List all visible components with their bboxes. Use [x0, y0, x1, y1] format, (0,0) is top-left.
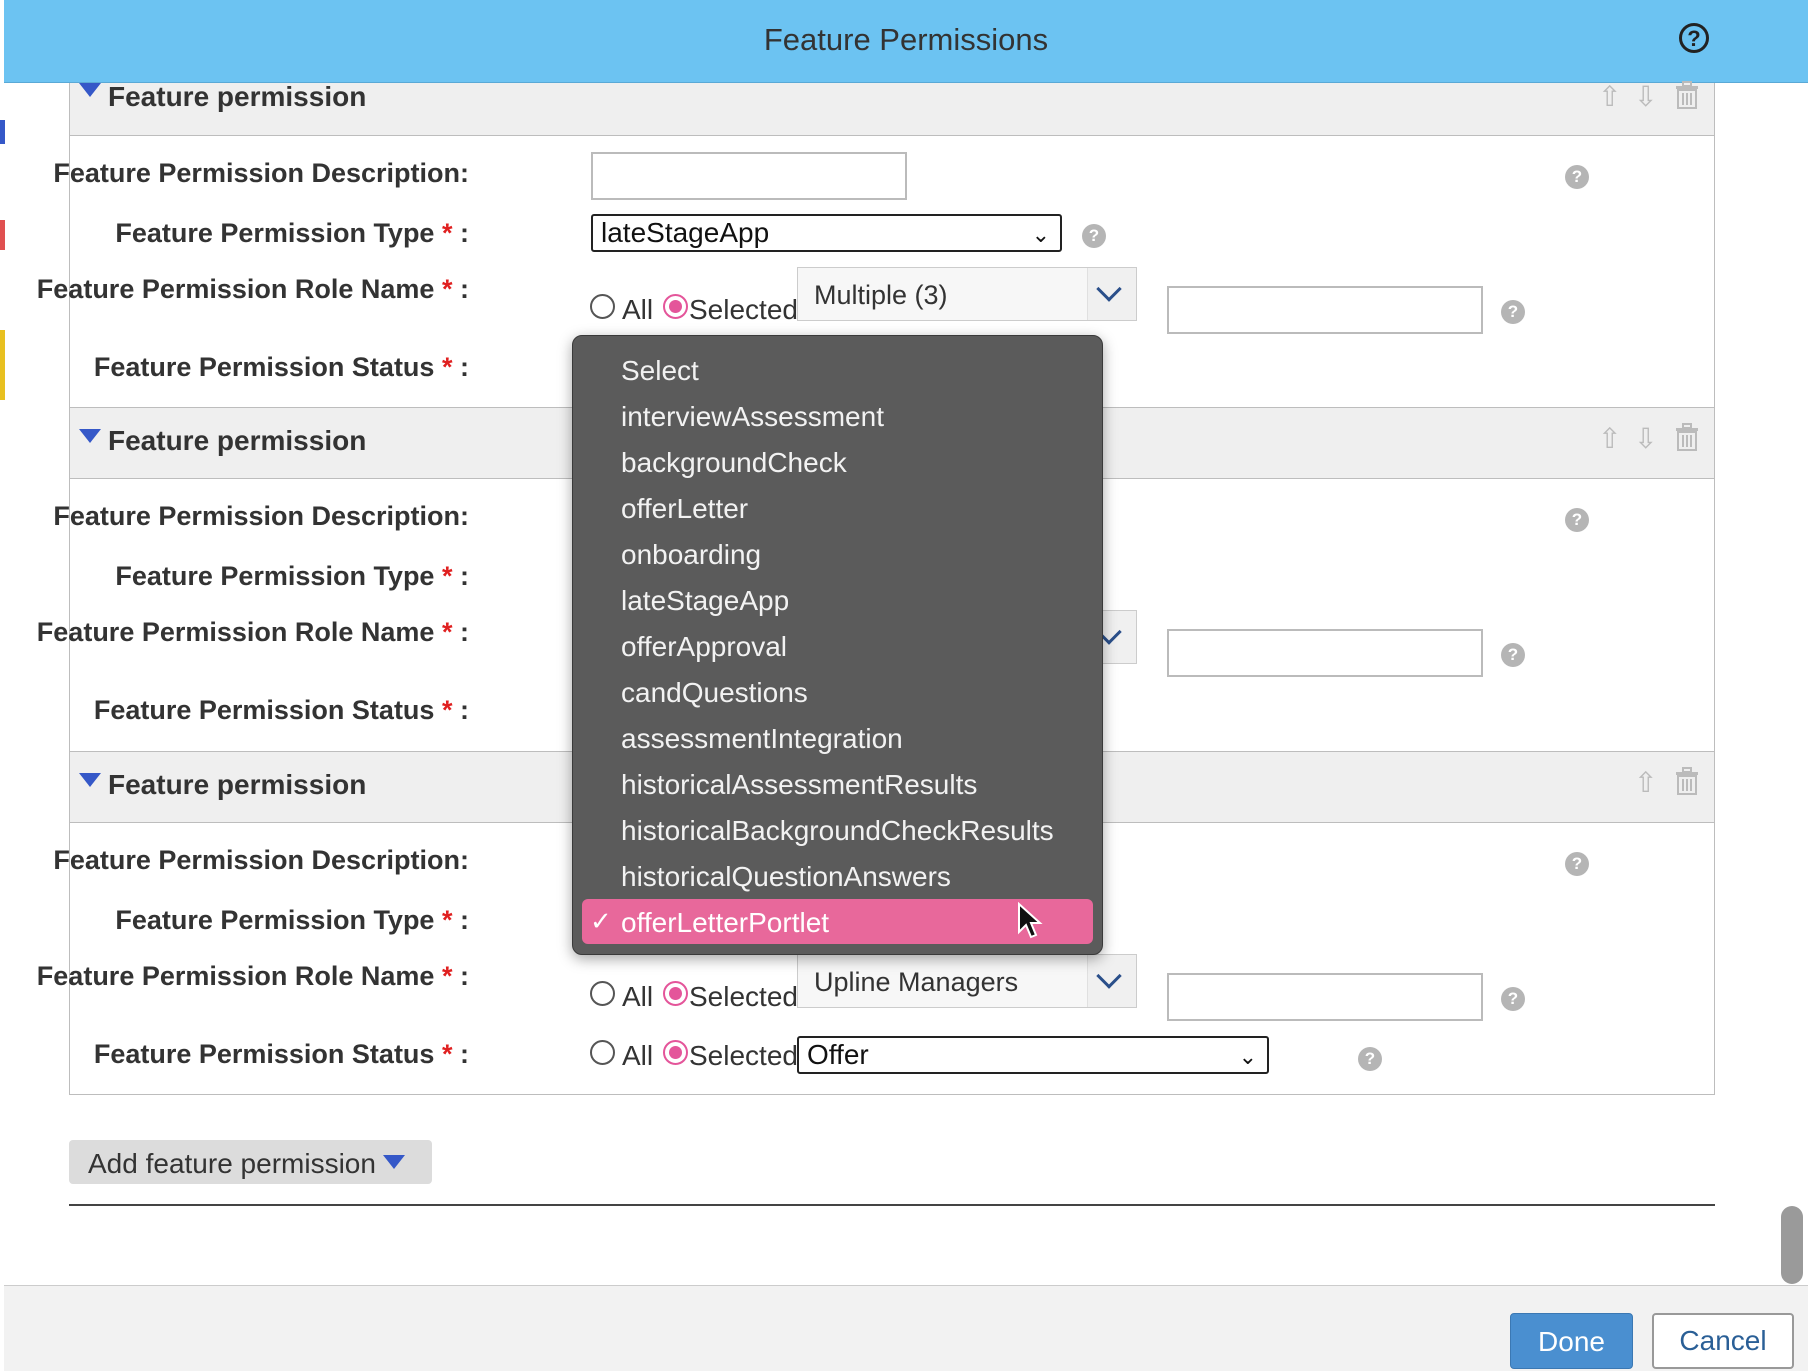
chevron-down-icon: ⌄ — [1031, 222, 1050, 247]
left-edge-mark — [0, 330, 5, 400]
done-button[interactable]: Done — [1510, 1313, 1633, 1369]
chevron-down-icon — [1096, 963, 1122, 989]
move-up-icon[interactable]: ⇧ — [1598, 80, 1621, 113]
mouse-cursor-icon — [1018, 902, 1043, 939]
role-all-radio[interactable] — [590, 981, 615, 1006]
dropdown-option[interactable]: historicalBackgroundCheckResults — [621, 815, 1054, 847]
status-select[interactable]: Offer ⌄ — [797, 1036, 1269, 1074]
role-all-radio[interactable] — [590, 294, 615, 319]
role-multiselect[interactable]: Upline Managers — [797, 954, 1137, 1008]
left-edge-mark — [0, 120, 5, 144]
role-selected-radio[interactable] — [663, 981, 688, 1006]
role-multiselect[interactable]: Multiple (3) — [797, 267, 1137, 321]
type-label: Feature Permission Type * : — [115, 218, 469, 248]
role-selected-label: Selected — [689, 294, 798, 325]
dropdown-option[interactable]: offerApproval — [621, 631, 787, 663]
section-title: Feature permission — [108, 81, 367, 112]
role-dropdown-toggle[interactable] — [1087, 268, 1136, 320]
description-label: Feature Permission Description: — [53, 845, 469, 875]
help-icon[interactable]: ? — [1679, 23, 1709, 53]
dropdown-option[interactable]: candQuestions — [621, 677, 808, 709]
role-text-input[interactable] — [1167, 629, 1483, 677]
dropdown-option-selected[interactable]: offerLetterPortlet — [621, 907, 829, 939]
dropdown-triangle-icon — [383, 1155, 405, 1169]
role-selected-label: Selected — [689, 981, 798, 1012]
help-icon[interactable]: ? — [1565, 508, 1589, 532]
divider — [69, 1204, 1715, 1206]
dropdown-option[interactable]: onboarding — [621, 539, 761, 571]
help-icon[interactable]: ? — [1082, 224, 1106, 248]
role-all-label: All — [622, 981, 654, 1012]
dropdown-option[interactable]: historicalAssessmentResults — [621, 769, 977, 801]
move-down-icon[interactable]: ⇩ — [1634, 80, 1657, 113]
dropdown-option[interactable]: historicalQuestionAnswers — [621, 861, 951, 893]
chevron-down-icon — [1096, 276, 1122, 302]
status-selected-radio[interactable] — [663, 1040, 688, 1065]
role-selected-radio[interactable] — [663, 294, 688, 319]
help-icon[interactable]: ? — [1501, 300, 1525, 324]
description-label: Feature Permission Description: — [53, 158, 469, 188]
role-all-label: All — [622, 294, 654, 325]
left-edge-mark — [0, 220, 5, 250]
move-up-icon[interactable]: ⇧ — [1598, 422, 1621, 455]
dropdown-option[interactable]: lateStageApp — [621, 585, 789, 617]
collapse-triangle-icon[interactable] — [79, 83, 101, 97]
role-text-input[interactable] — [1167, 286, 1483, 334]
help-icon[interactable]: ? — [1358, 1047, 1382, 1071]
dropdown-option[interactable]: backgroundCheck — [621, 447, 847, 479]
type-select[interactable]: lateStageApp ⌄ — [591, 214, 1062, 252]
role-label: Feature Permission Role Name * : — [36, 961, 469, 991]
role-text-input[interactable] — [1167, 973, 1483, 1021]
dropdown-option[interactable]: Select — [621, 355, 699, 387]
type-label: Feature Permission Type * : — [115, 905, 469, 935]
chevron-down-icon: ⌄ — [1238, 1044, 1257, 1069]
status-selected-label: Selected — [689, 1040, 798, 1071]
role-label: Feature Permission Role Name * : — [36, 617, 469, 647]
role-label: Feature Permission Role Name * : — [36, 274, 469, 304]
status-label: Feature Permission Status * : — [93, 352, 469, 382]
help-icon[interactable]: ? — [1501, 643, 1525, 667]
trash-icon[interactable] — [1674, 767, 1700, 795]
description-input[interactable] — [591, 152, 907, 200]
type-dropdown-menu: ✓ Select interviewAssessment backgroundC… — [572, 335, 1103, 955]
section-title: Feature permission — [108, 769, 367, 800]
checkmark-icon: ✓ — [590, 906, 612, 936]
title-bar: Feature Permissions — [4, 0, 1808, 83]
help-icon[interactable]: ? — [1565, 852, 1589, 876]
add-feature-permission-button[interactable]: Add feature permission — [69, 1140, 432, 1184]
status-label: Feature Permission Status * : — [93, 695, 469, 725]
dropdown-option[interactable]: interviewAssessment — [621, 401, 884, 433]
status-all-radio[interactable] — [590, 1040, 615, 1065]
trash-icon[interactable] — [1674, 81, 1700, 109]
help-icon[interactable]: ? — [1565, 165, 1589, 189]
cancel-button[interactable]: Cancel — [1652, 1313, 1794, 1369]
collapse-triangle-icon[interactable] — [79, 429, 101, 443]
type-label: Feature Permission Type * : — [115, 561, 469, 591]
move-up-icon[interactable]: ⇧ — [1634, 766, 1657, 799]
trash-icon[interactable] — [1674, 423, 1700, 451]
status-all-label: All — [622, 1040, 654, 1071]
status-label: Feature Permission Status * : — [93, 1039, 469, 1069]
collapse-triangle-icon[interactable] — [79, 773, 101, 787]
help-icon[interactable]: ? — [1501, 987, 1525, 1011]
dropdown-option[interactable]: assessmentIntegration — [621, 723, 903, 755]
section-header: Feature permission ⇧ ⇩ — [69, 80, 1715, 136]
scrollbar-thumb[interactable] — [1781, 1206, 1803, 1284]
section-title: Feature permission — [108, 425, 367, 456]
dialog-title: Feature Permissions — [763, 22, 1049, 57]
dropdown-option[interactable]: offerLetter — [621, 493, 748, 525]
move-down-icon[interactable]: ⇩ — [1634, 422, 1657, 455]
role-dropdown-toggle[interactable] — [1087, 955, 1136, 1007]
description-label: Feature Permission Description: — [53, 501, 469, 531]
